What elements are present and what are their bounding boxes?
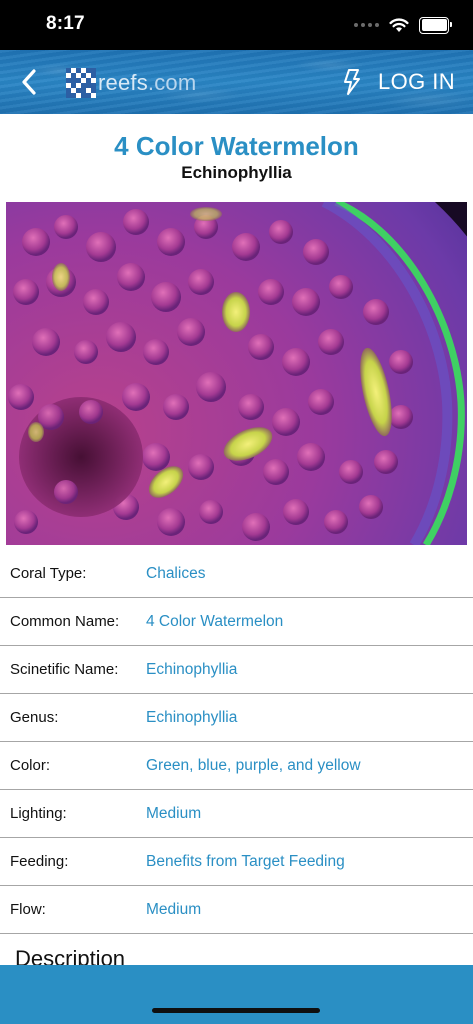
detail-row-lighting: Lighting: Medium xyxy=(0,790,473,838)
screen: 8:17 reefs.com LOG IN 4 Color Watermelon… xyxy=(0,0,473,1024)
status-bar: 8:17 xyxy=(0,0,473,50)
status-time: 8:17 xyxy=(46,13,85,34)
bottom-bar xyxy=(0,965,473,1024)
detail-label: Common Name: xyxy=(10,613,120,630)
detail-value-link[interactable]: Echinophyllia xyxy=(146,709,237,727)
flash-button[interactable] xyxy=(341,68,363,96)
back-button[interactable] xyxy=(14,66,44,98)
detail-label: Feeding: xyxy=(10,853,69,870)
logo-text: reefs.com xyxy=(98,70,196,96)
detail-label: Lighting: xyxy=(10,805,67,822)
reefs-logo[interactable]: reefs.com xyxy=(66,67,196,99)
detail-value-link[interactable]: 4 Color Watermelon xyxy=(146,613,283,631)
detail-label: Flow: xyxy=(10,901,46,918)
coral-photo[interactable] xyxy=(6,202,467,545)
page-subtitle: Echinophyllia xyxy=(181,163,292,182)
detail-row-flow: Flow: Medium xyxy=(0,886,473,934)
detail-row-coral-type: Coral Type: Chalices xyxy=(0,550,473,598)
detail-value-link[interactable]: Medium xyxy=(146,901,201,919)
nav-bar: reefs.com LOG IN xyxy=(0,50,473,114)
battery-icon xyxy=(419,16,452,34)
login-button[interactable]: LOG IN xyxy=(378,69,455,95)
logo-suffix: .com xyxy=(147,70,197,95)
detail-value-link[interactable]: Chalices xyxy=(146,565,205,583)
logo-name: reefs xyxy=(98,70,148,95)
detail-label: Genus: xyxy=(10,709,59,726)
detail-value-link[interactable]: Green, blue, purple, and yellow xyxy=(146,757,361,775)
wifi-icon xyxy=(389,17,409,32)
detail-row-color: Color: Green, blue, purple, and yellow xyxy=(0,742,473,790)
lightning-bolt-icon xyxy=(344,69,360,95)
page-title: 4 Color Watermelon xyxy=(114,131,359,161)
detail-value-link[interactable]: Benefits from Target Feeding xyxy=(146,853,345,871)
detail-label: Color: xyxy=(10,757,51,774)
detail-row-scientific-name: Scinetific Name: Echinophyllia xyxy=(0,646,473,694)
title-block: 4 Color Watermelon Echinophyllia xyxy=(0,114,473,184)
detail-row-feeding: Feeding: Benefits from Target Feeding xyxy=(0,838,473,886)
cellular-signal-icon xyxy=(354,23,379,27)
chevron-left-icon xyxy=(22,69,36,95)
detail-row-common-name: Common Name: 4 Color Watermelon xyxy=(0,598,473,646)
detail-value-link[interactable]: Echinophyllia xyxy=(146,661,237,679)
detail-label: Coral Type: xyxy=(10,565,87,582)
detail-row-genus: Genus: Echinophyllia xyxy=(0,694,473,742)
logo-mosaic-icon xyxy=(66,68,96,98)
home-indicator[interactable] xyxy=(152,1008,320,1013)
detail-label: Scinetific Name: xyxy=(10,661,119,678)
status-icons xyxy=(354,14,452,36)
detail-value-link[interactable]: Medium xyxy=(146,805,201,823)
coral-photo-illustration xyxy=(6,202,467,545)
coral-details-list: Coral Type: Chalices Common Name: 4 Colo… xyxy=(0,550,473,934)
